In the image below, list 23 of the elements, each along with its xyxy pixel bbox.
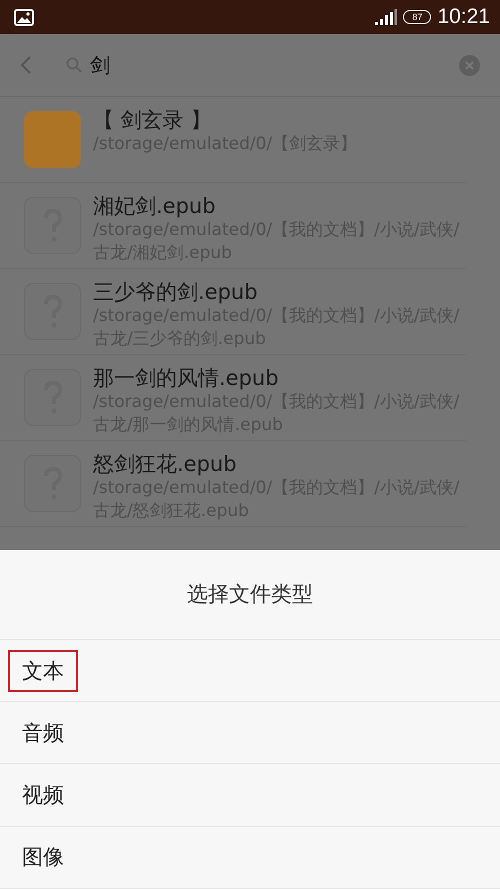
file-name: 怒剑狂花.epub (93, 451, 238, 477)
file-name: 三少爷的剑.epub (93, 279, 259, 305)
option-label: 图像 (21, 844, 65, 872)
clear-icon[interactable] (459, 54, 480, 76)
option-label: 音频 (21, 720, 65, 747)
file-type-option[interactable]: 文本 (0, 640, 500, 702)
option-label: 视频 (21, 782, 65, 810)
file-name: 【 剑玄录 】 (93, 107, 212, 133)
search-field[interactable]: 剑 (90, 53, 445, 77)
clock-time: 10:21 (437, 5, 490, 29)
signal-icon (375, 9, 398, 25)
search-icon (66, 57, 82, 73)
image-icon (14, 8, 34, 26)
back-icon[interactable] (20, 55, 32, 75)
folder-icon (24, 111, 81, 168)
file-name: 那一剑的风情.epub (93, 365, 280, 391)
file-name: 湘妃剑.epub (93, 193, 217, 219)
file-type-option[interactable]: 图像 (0, 826, 500, 889)
option-label: 文本 (8, 650, 78, 692)
file-type-option[interactable]: 音频 (0, 702, 500, 764)
file-type-option[interactable]: 视频 (0, 764, 500, 827)
battery-icon: 87 (403, 10, 432, 24)
sheet-title: 选择文件类型 (187, 581, 313, 608)
